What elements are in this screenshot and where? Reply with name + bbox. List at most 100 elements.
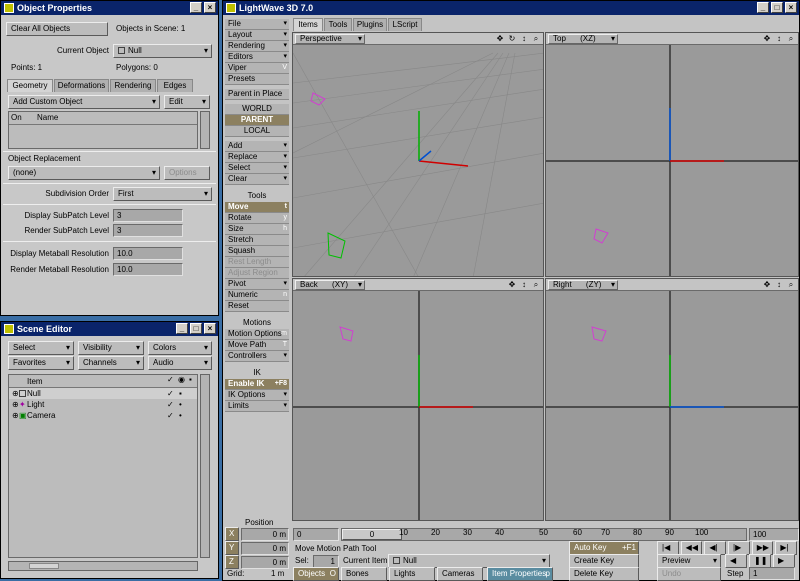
edit-dropdown[interactable]: Edit ▾ — [164, 95, 210, 109]
menu-replace[interactable]: Replace ▾ — [225, 152, 289, 163]
reset-button[interactable]: Reset — [225, 301, 289, 312]
tab-deformations[interactable]: Deformations — [54, 79, 109, 92]
play-icon[interactable]: ▶ — [773, 554, 795, 568]
prev-frame-icon[interactable]: ◀| — [704, 541, 727, 555]
add-custom-object-dropdown[interactable]: Add Custom Object ▾ — [8, 95, 160, 109]
current-object-dropdown[interactable]: Null ▾ — [113, 44, 212, 58]
subdivision-order-dropdown[interactable]: First ▾ — [113, 187, 212, 201]
undo-button[interactable]: Undo — [657, 567, 721, 581]
visibility-icon[interactable]: ▪ — [179, 388, 182, 399]
close-icon[interactable]: × — [785, 2, 797, 13]
select-dropdown[interactable]: Select ▾ — [8, 341, 74, 355]
local-mode-button[interactable]: LOCAL — [225, 126, 289, 137]
minimize-icon[interactable]: _ — [190, 2, 202, 13]
tab-plugins[interactable]: Plugins — [353, 18, 387, 31]
tab-geometry[interactable]: Geometry — [7, 79, 53, 92]
first-frame-icon[interactable]: |◀ — [657, 541, 679, 555]
viewport-right[interactable]: Right (ZY) ▾ ✥ ↕ ⌕ — [545, 278, 799, 521]
squash-tool-button[interactable]: Squash — [225, 246, 289, 257]
world-mode-button[interactable]: WORLD — [225, 104, 289, 115]
rest-length-button[interactable]: Rest Length — [225, 257, 289, 268]
checkmark-icon[interactable]: ✓ — [167, 388, 174, 399]
objects-button[interactable]: Objects O — [293, 567, 339, 581]
close-icon[interactable]: × — [204, 2, 216, 13]
options-button[interactable]: Options — [164, 166, 210, 180]
checkmark-icon[interactable]: ✓ — [167, 410, 174, 421]
parent-in-place-button[interactable]: Parent in Place — [225, 89, 289, 100]
x-axis-button[interactable]: X — [225, 527, 239, 541]
menu-rendering[interactable]: Rendering ▾ — [225, 41, 289, 52]
clear-all-objects-button[interactable]: Clear All Objects — [6, 22, 108, 36]
tab-rendering[interactable]: Rendering — [110, 79, 156, 92]
checkmark-icon[interactable]: ✓ — [167, 399, 174, 410]
minimize-icon[interactable]: _ — [757, 2, 769, 13]
vertical-scrollbar[interactable] — [200, 374, 210, 558]
display-subpatch-input[interactable]: 3 — [113, 209, 183, 222]
scene-editor-titlebar[interactable]: Scene Editor _ □ × — [1, 322, 218, 336]
replacement-dropdown[interactable]: (none) ▾ — [8, 166, 160, 180]
auto-key-button[interactable]: Auto Key +F1 — [569, 541, 639, 555]
display-metaball-input[interactable]: 10.0 — [113, 247, 183, 260]
viewport-perspective[interactable]: Perspective ▾ ✥ ↻ ↕ ⌕ — [292, 32, 544, 277]
last-frame-icon[interactable]: ▶| — [775, 541, 798, 555]
horizontal-scrollbar[interactable] — [8, 561, 198, 571]
z-axis-button[interactable]: Z — [225, 555, 239, 569]
viewport-top[interactable]: Top (XZ) ▾ ✥ ↕ ⌕ — [545, 32, 799, 277]
maximize-icon[interactable]: □ — [190, 323, 202, 334]
visibility-icon[interactable]: • — [179, 399, 182, 410]
play-reverse-icon[interactable]: ◀ — [725, 554, 747, 568]
menu-add[interactable]: Add ▾ — [225, 141, 289, 152]
timeline-end-input[interactable]: 100 — [749, 528, 799, 541]
maximize-icon[interactable]: □ — [771, 2, 783, 13]
tab-items[interactable]: Items — [293, 18, 323, 31]
current-item-dropdown[interactable]: Null ▾ — [388, 554, 550, 568]
channels-dropdown[interactable]: Channels ▾ — [78, 356, 144, 370]
list-scrollbar[interactable] — [200, 111, 210, 149]
viewport-back[interactable]: Back (XY) ▾ ✥ ↕ ⌕ — [292, 278, 544, 521]
stretch-tool-button[interactable]: Stretch — [225, 235, 289, 246]
visibility-icon[interactable]: • — [179, 410, 182, 421]
close-icon[interactable]: × — [204, 323, 216, 334]
scene-item-camera[interactable]: ⊕ ▣ Camera ✓ • — [9, 410, 197, 421]
timeline-start-input[interactable]: 0 — [293, 528, 339, 541]
create-key-button[interactable]: Create Key — [569, 554, 639, 568]
lightwave-titlebar[interactable]: LightWave 3D 7.0 _ □ × — [223, 1, 799, 15]
tab-lscript[interactable]: LScript — [388, 18, 422, 31]
audio-dropdown[interactable]: Audio ▾ — [148, 356, 212, 370]
item-properties-button[interactable]: Item Properties p — [487, 567, 553, 581]
menu-file[interactable]: File ▾ — [225, 19, 289, 30]
menu-viper[interactable]: Viper V — [225, 63, 289, 74]
scene-item-light[interactable]: ⊕ ✦ Light ✓ • — [9, 399, 197, 410]
menu-layout[interactable]: Layout ▾ — [225, 30, 289, 41]
scene-item-list[interactable]: Item ✓ ◉ ▪ ⊕ Null ✓ ▪ ⊕ ✦ Light ✓ • ⊕ ▣ … — [8, 374, 198, 558]
parent-mode-button[interactable]: PARENT — [225, 115, 289, 126]
menu-editors[interactable]: Editors ▾ — [225, 52, 289, 63]
menu-select[interactable]: Select ▾ — [225, 163, 289, 174]
cameras-button[interactable]: Cameras — [437, 567, 483, 581]
enable-ik-button[interactable]: Enable IK +F8 — [225, 379, 289, 390]
next-frame-icon[interactable]: |▶ — [728, 541, 750, 555]
visibility-dropdown[interactable]: Visibility ▾ — [78, 341, 144, 355]
minimize-icon[interactable]: _ — [176, 323, 188, 334]
favorites-dropdown[interactable]: Favorites ▾ — [8, 356, 74, 370]
motion-options-button[interactable]: Motion Options m — [225, 329, 289, 340]
next-key-icon[interactable]: ▶▶ — [751, 541, 774, 555]
tab-tools[interactable]: Tools — [324, 18, 352, 31]
y-position-input[interactable]: 0 m — [241, 542, 289, 555]
menu-limits[interactable]: Limits ▾ — [225, 401, 289, 412]
tab-edges[interactable]: Edges — [157, 79, 193, 92]
object-properties-titlebar[interactable]: Object Properties _ × — [1, 1, 218, 15]
scene-item-null[interactable]: ⊕ Null ✓ ▪ — [9, 388, 197, 399]
bones-button[interactable]: Bones — [341, 567, 387, 581]
preview-dropdown[interactable]: Preview ▾ — [657, 554, 721, 568]
lights-button[interactable]: Lights — [389, 567, 435, 581]
y-axis-button[interactable]: Y — [225, 541, 239, 555]
rotate-tool-button[interactable]: Rotate y — [225, 213, 289, 224]
pause-icon[interactable]: ❚❚ — [749, 554, 771, 568]
menu-controllers[interactable]: Controllers ▾ — [225, 351, 289, 362]
numeric-button[interactable]: Numeric n — [225, 290, 289, 301]
x-position-input[interactable]: 0 m — [241, 528, 289, 541]
size-tool-button[interactable]: Size h — [225, 224, 289, 235]
render-metaball-input[interactable]: 10.0 — [113, 263, 183, 276]
move-tool-button[interactable]: Move t — [225, 202, 289, 213]
